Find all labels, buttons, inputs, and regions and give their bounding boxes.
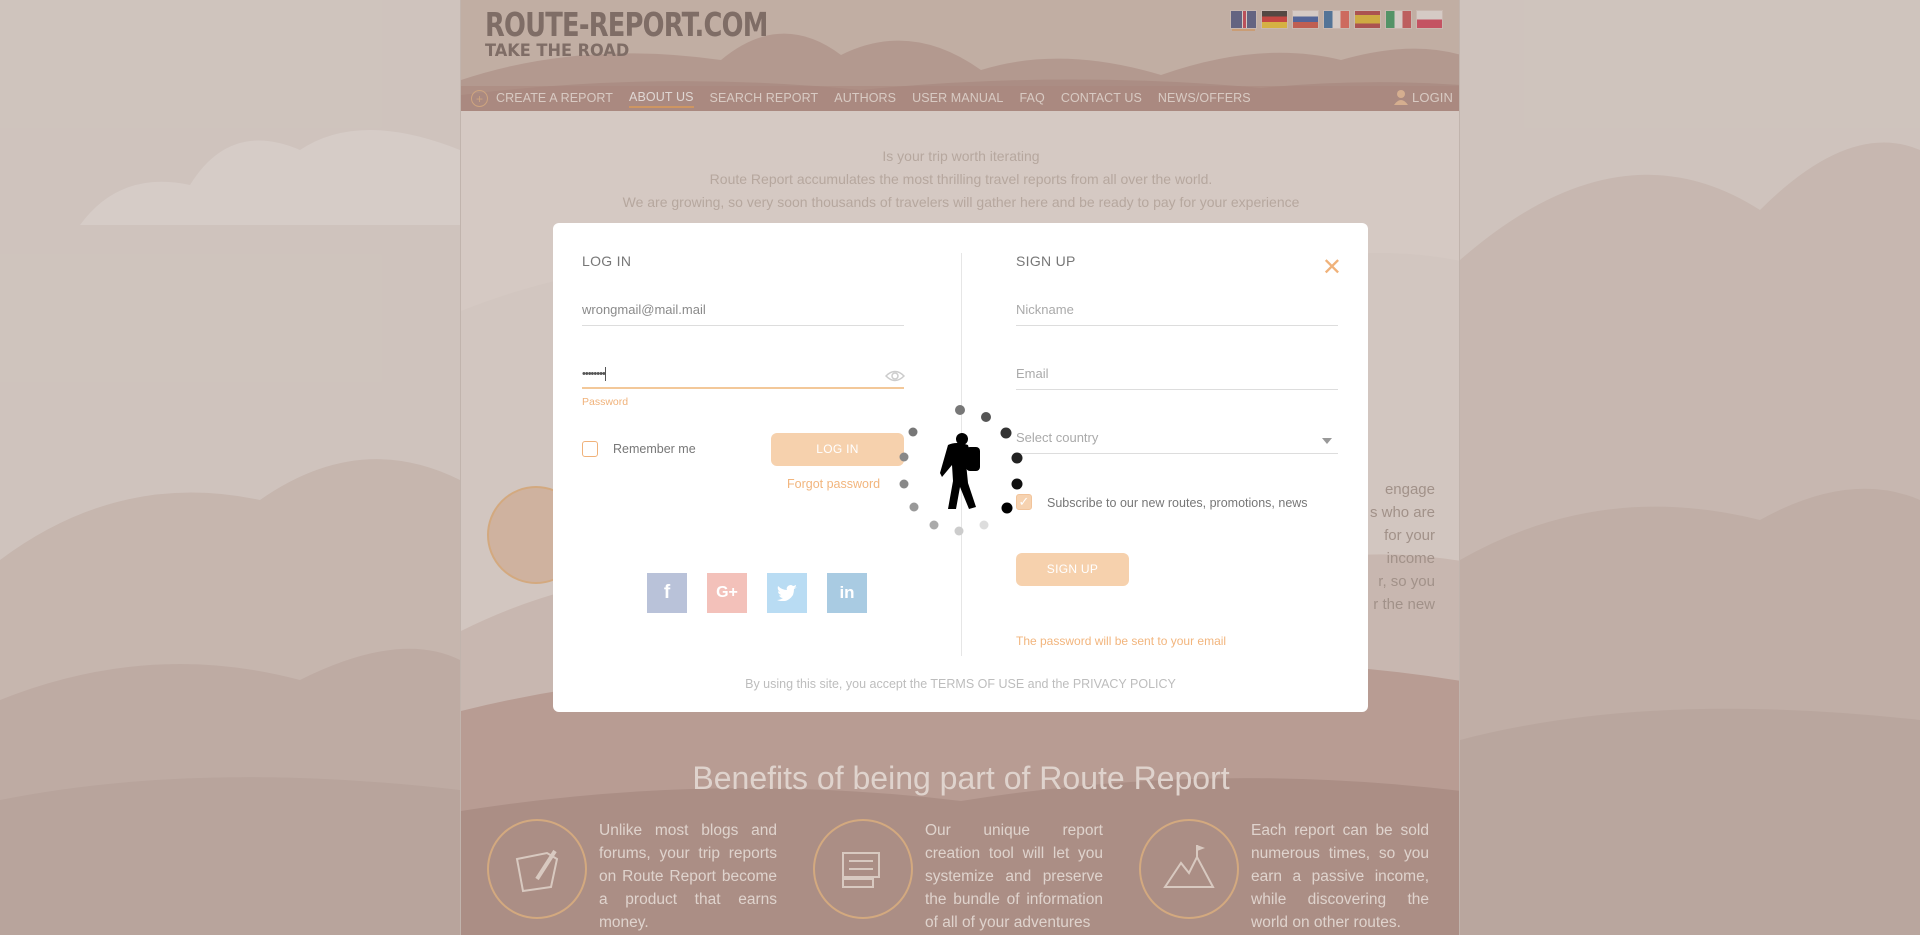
terms-text: By using this site, you accept the TERMS… bbox=[745, 677, 1176, 691]
password-field-label: Password bbox=[582, 396, 629, 408]
login-button[interactable]: LOG IN bbox=[771, 433, 904, 466]
country-select[interactable]: Select country bbox=[1016, 428, 1338, 454]
signup-nickname-input[interactable]: Nickname bbox=[1016, 300, 1338, 326]
text-cursor bbox=[604, 366, 606, 381]
twitter-icon[interactable] bbox=[767, 573, 807, 613]
login-password-value: •••••••• bbox=[582, 368, 606, 380]
login-title: LOG IN bbox=[582, 253, 632, 269]
forgot-password-link[interactable]: Forgot password bbox=[787, 477, 880, 491]
show-password-icon[interactable] bbox=[885, 369, 905, 383]
hiker-icon bbox=[940, 433, 980, 509]
chevron-down-icon bbox=[1322, 438, 1332, 444]
login-password-input[interactable]: •••••••• bbox=[582, 363, 904, 389]
email-placeholder: Email bbox=[1016, 366, 1049, 381]
close-icon[interactable]: ✕ bbox=[1322, 256, 1342, 280]
loading-spinner bbox=[899, 405, 1023, 536]
country-placeholder: Select country bbox=[1016, 430, 1099, 445]
password-email-note: The password will be sent to your email bbox=[1016, 634, 1227, 648]
signup-email-input[interactable]: Email bbox=[1016, 364, 1338, 390]
nickname-placeholder: Nickname bbox=[1016, 302, 1074, 317]
signup-button[interactable]: SIGN UP bbox=[1016, 553, 1129, 586]
remember-me-checkbox[interactable] bbox=[582, 441, 598, 457]
login-section: LOG IN bbox=[582, 253, 631, 269]
login-email-value: wrongmail@mail.mail bbox=[582, 302, 706, 317]
facebook-icon[interactable]: f bbox=[647, 573, 687, 613]
signup-title: SIGN UP bbox=[1016, 253, 1076, 269]
linkedin-icon[interactable]: in bbox=[827, 573, 867, 613]
google-plus-icon[interactable]: G+ bbox=[707, 573, 747, 613]
subscribe-label: Subscribe to our new routes, promotions,… bbox=[1047, 496, 1308, 510]
signup-section: SIGN UP bbox=[1016, 253, 1076, 269]
login-email-input[interactable]: wrongmail@mail.mail bbox=[582, 300, 904, 326]
remember-me-label: Remember me bbox=[613, 442, 696, 456]
